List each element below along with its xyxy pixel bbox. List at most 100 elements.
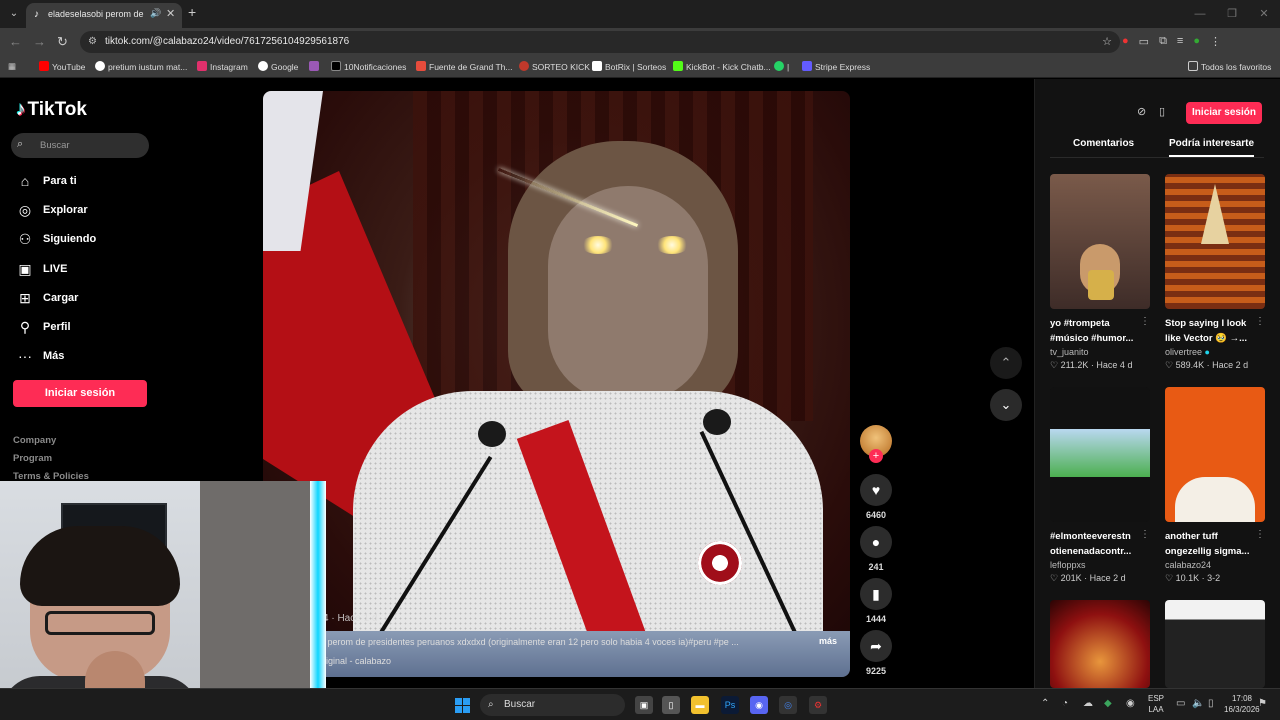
card-title[interactable]: Stop saying I look like Vector 🥹 →... [1165, 316, 1257, 346]
video-thumbnail[interactable] [1165, 174, 1265, 309]
previous-video-button[interactable]: ⌃ [990, 347, 1022, 379]
app-icon[interactable]: ▯ [662, 696, 680, 714]
share-button[interactable]: ➦ [860, 630, 892, 662]
video-thumbnail[interactable] [1165, 387, 1265, 522]
nav-para-ti[interactable]: ⌂ Para ti [16, 171, 77, 191]
card-author[interactable]: olivertree ● [1165, 347, 1267, 357]
suggested-video-card[interactable] [1165, 600, 1267, 688]
tray-app-icon[interactable]: ◔ [1062, 698, 1068, 709]
follow-plus-icon[interactable]: + [869, 449, 883, 463]
tray-cloud-icon[interactable]: ☁ [1083, 698, 1093, 709]
nav-perfil[interactable]: ⚲ Perfil [16, 317, 71, 337]
suggested-video-card[interactable]: #elmonteeverestn otienenadacontr... ⋮ le… [1050, 387, 1152, 584]
task-view-icon[interactable]: ▣ [635, 696, 653, 714]
tiktok-logo[interactable]: ♪ TikTok [16, 99, 87, 121]
bookmark-star-icon[interactable]: ☆ [1102, 35, 1112, 48]
card-title[interactable]: another tuff ongezellig sigma... [1165, 529, 1257, 559]
nav-mas[interactable]: ··· Más [16, 346, 64, 366]
profile-avatar-icon[interactable]: ● [1193, 35, 1200, 48]
video-player[interactable]: 4 · Hace 1 d i perom de presidentes peru… [263, 91, 850, 677]
clock[interactable]: 17:08 16/3/2026 [1224, 693, 1260, 715]
video-more-link[interactable]: más [819, 636, 837, 646]
nav-explorar[interactable]: ◎ Explorar [16, 200, 88, 220]
footer-program[interactable]: Program [13, 453, 52, 464]
address-bar[interactable]: ⚙ tiktok.com/@calabazo24/video/761725610… [80, 31, 1120, 53]
language-indicator[interactable]: ESP LAA [1148, 693, 1164, 715]
card-author[interactable]: tv_juanito [1050, 347, 1152, 357]
bookmark-whatsapp[interactable]: | [774, 61, 789, 72]
close-window-icon[interactable]: ✕ [1248, 0, 1280, 28]
nav-siguiendo[interactable]: ⚇ Siguiendo [16, 229, 96, 249]
card-title[interactable]: #elmonteeverestn otienenadacontr... [1050, 529, 1142, 559]
bookmark-youtube[interactable]: YouTube [39, 61, 85, 72]
bookmark-google[interactable]: Google [258, 61, 298, 72]
chrome-menu-icon[interactable]: ⋮ [1210, 35, 1221, 48]
discord-icon[interactable]: ◉ [750, 696, 768, 714]
notification-icon[interactable]: ⚑ [1258, 698, 1267, 709]
card-title[interactable]: yo #trompeta #músico #humor... [1050, 316, 1142, 346]
coin-icon[interactable]: ⊘ [1137, 105, 1146, 118]
bookmark-pretium[interactable]: pretium iustum mat... [95, 61, 187, 72]
new-tab-icon[interactable]: + [188, 4, 196, 20]
card-more-icon[interactable]: ⋮ [1140, 316, 1150, 327]
volume-icon[interactable]: 🔈 [1192, 698, 1204, 709]
file-explorer-icon[interactable]: ▬ [691, 696, 709, 714]
close-tab-icon[interactable]: ✕ [166, 7, 175, 20]
app-icon-red[interactable]: ⚙ [809, 696, 827, 714]
bookmark-botrix[interactable]: BotRix | Sorteos [592, 61, 666, 72]
reading-list-icon[interactable]: ≡ [1177, 35, 1183, 48]
tray-shield-icon[interactable]: ◆ [1104, 698, 1112, 709]
bookmark-x[interactable]: 10Notificaciones [331, 61, 406, 72]
card-more-icon[interactable]: ⋮ [1255, 529, 1265, 540]
next-video-button[interactable]: ⌄ [990, 389, 1022, 421]
maximize-icon[interactable]: ❐ [1216, 0, 1248, 28]
video-music[interactable]: riginal - calabazo [323, 656, 391, 666]
video-author[interactable]: 4 · Hace 1 d [323, 613, 377, 624]
extension-icon[interactable]: ▭ [1139, 35, 1149, 48]
header-login-button[interactable]: Iniciar sesión [1186, 102, 1262, 124]
suggested-video-card[interactable]: Stop saying I look like Vector 🥹 →... ⋮ … [1165, 174, 1267, 371]
battery-icon[interactable]: ▯ [1208, 698, 1214, 709]
card-more-icon[interactable]: ⋮ [1140, 529, 1150, 540]
back-icon[interactable]: ← [9, 34, 22, 49]
bookmark-gta[interactable]: Fuente de Grand Th... [416, 61, 512, 72]
card-author[interactable]: lefloppxs [1050, 560, 1152, 570]
tray-mic-icon[interactable]: ◉ [1126, 698, 1135, 709]
tab-comments[interactable]: Comentarios [1073, 138, 1134, 149]
apps-icon[interactable]: ▦ [8, 61, 16, 72]
card-author[interactable]: calabazo24 [1165, 560, 1267, 570]
sidebar-login-button[interactable]: Iniciar sesión [13, 380, 147, 407]
footer-company[interactable]: Company [13, 435, 56, 446]
bookmark-purple[interactable] [309, 61, 322, 72]
nav-live[interactable]: ▣ LIVE [16, 259, 67, 279]
speaker-icon[interactable]: 🔊 [150, 8, 161, 19]
card-more-icon[interactable]: ⋮ [1255, 316, 1265, 327]
tray-chevron-icon[interactable]: ⌃ [1041, 698, 1049, 709]
video-thumbnail[interactable] [1050, 174, 1150, 309]
network-icon[interactable]: ▭ [1176, 698, 1185, 709]
suggested-video-card[interactable] [1050, 600, 1152, 688]
extension-red-icon[interactable]: ● [1122, 35, 1129, 48]
chrome-icon[interactable]: ◎ [779, 696, 797, 714]
suggested-video-card[interactable]: another tuff ongezellig sigma... ⋮ calab… [1165, 387, 1267, 584]
save-button[interactable]: ▮ [860, 578, 892, 610]
site-info-icon[interactable]: ⚙ [88, 36, 97, 47]
search-input[interactable]: ⌕ Buscar [11, 133, 149, 158]
taskbar-search[interactable]: ⌕ Buscar [480, 694, 625, 716]
nav-cargar[interactable]: ⊞ Cargar [16, 288, 78, 308]
video-thumbnail[interactable] [1050, 600, 1150, 688]
bookmark-instagram[interactable]: Instagram [197, 61, 248, 72]
minimize-icon[interactable]: — [1184, 0, 1216, 28]
windows-start-icon[interactable] [455, 698, 470, 713]
browser-tab[interactable]: ♪ eladeselasobi perom de pr 🔊 ✕ [26, 3, 182, 28]
tab-search-icon[interactable]: ⌄ [6, 6, 22, 22]
comment-button[interactable]: ● [860, 526, 892, 558]
all-bookmarks[interactable]: Todos los favoritos [1188, 61, 1271, 72]
suggested-video-card[interactable]: yo #trompeta #músico #humor... ⋮ tv_juan… [1050, 174, 1152, 371]
video-thumbnail[interactable] [1050, 387, 1150, 522]
bookmark-stripe[interactable]: Stripe Express [802, 61, 870, 72]
photoshop-icon[interactable]: Ps [721, 696, 739, 714]
forward-icon[interactable]: → [33, 34, 46, 49]
like-button[interactable]: ♥ [860, 474, 892, 506]
device-icon[interactable]: ▯ [1159, 105, 1165, 118]
